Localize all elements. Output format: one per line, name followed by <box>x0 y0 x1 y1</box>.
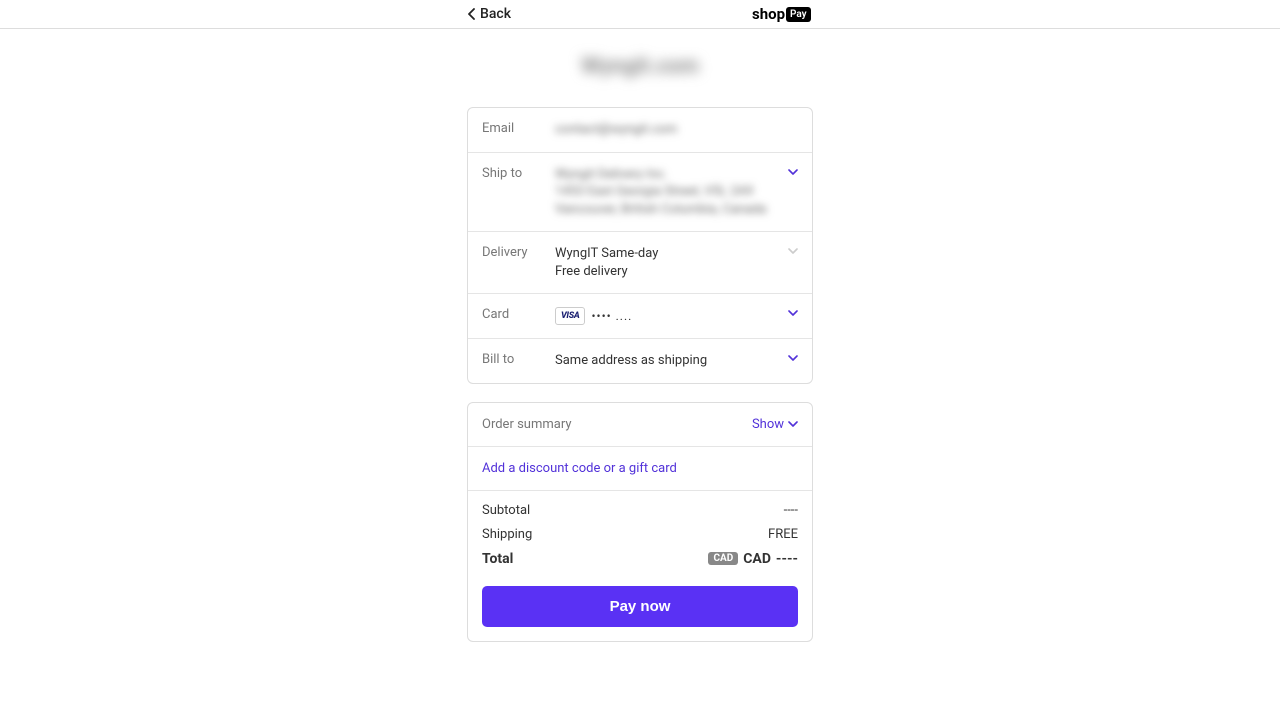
shipto-expand[interactable] <box>788 169 798 179</box>
checkout-info-card: Email contact@wyngit.com Ship to Wyngit … <box>467 107 813 384</box>
subtotal-label: Subtotal <box>482 503 530 518</box>
shipto-line2: 1453 East Georgia Street, V5L 2A9 <box>555 183 798 201</box>
show-label: Show <box>752 417 784 432</box>
total-line: Total CAD CAD ---- <box>482 551 798 567</box>
billto-row: Bill to Same address as shipping <box>468 339 812 383</box>
email-value: contact@wyngit.com <box>555 121 798 139</box>
card-row: Card VISA •••• .... <box>468 294 812 339</box>
order-summary-toggle[interactable]: Show <box>752 417 798 432</box>
delivery-value: WyngIT Same-day Free delivery <box>555 245 798 280</box>
totals-block: Subtotal ---- Shipping FREE Total CAD CA… <box>468 491 812 641</box>
shipto-row: Ship to Wyngit Delivery Inc. 1453 East G… <box>468 153 812 233</box>
card-expand[interactable] <box>788 310 798 320</box>
visa-icon: VISA <box>555 307 585 325</box>
chevron-down-icon <box>788 421 798 428</box>
shipto-line3: Vancouver, British Columbia, Canada <box>555 201 798 219</box>
shop-pay-badge: Pay <box>786 7 811 22</box>
chevron-down-icon <box>788 169 798 176</box>
card-label: Card <box>482 307 555 322</box>
store-name: Wyngit.com <box>467 54 813 79</box>
back-label: Back <box>480 6 511 22</box>
chevron-down-icon <box>788 355 798 362</box>
currency-badge: CAD <box>708 552 738 565</box>
total-currency: CAD <box>743 551 771 567</box>
total-value: ---- <box>776 551 798 567</box>
delivery-row: Delivery WyngIT Same-day Free delivery <box>468 232 812 294</box>
shipping-value: FREE <box>768 527 798 542</box>
total-label: Total <box>482 551 513 567</box>
delivery-line2: Free delivery <box>555 263 798 281</box>
header-bar: Back shopPay <box>0 0 1280 29</box>
chevron-down-icon <box>788 310 798 317</box>
billto-value: Same address as shipping <box>555 352 798 370</box>
chevron-left-icon <box>468 8 476 20</box>
shipping-line: Shipping FREE <box>482 527 798 542</box>
subtotal-value: ---- <box>784 503 798 518</box>
email-row: Email contact@wyngit.com <box>468 108 812 153</box>
subtotal-line: Subtotal ---- <box>482 503 798 518</box>
email-label: Email <box>482 121 555 136</box>
discount-link[interactable]: Add a discount code or a gift card <box>468 447 812 491</box>
shipping-label: Shipping <box>482 527 532 542</box>
card-value: VISA •••• .... <box>555 307 798 325</box>
card-masked: •••• .... <box>591 309 632 323</box>
shipto-value: Wyngit Delivery Inc. 1453 East Georgia S… <box>555 166 798 219</box>
delivery-expand <box>788 248 798 258</box>
order-summary-card: Order summary Show Add a discount code o… <box>467 402 813 642</box>
order-summary-label: Order summary <box>482 417 572 432</box>
shop-pay-text: shop <box>752 5 785 23</box>
delivery-line1: WyngIT Same-day <box>555 245 798 263</box>
shop-pay-logo: shopPay <box>752 5 811 23</box>
delivery-label: Delivery <box>482 245 555 260</box>
back-button[interactable]: Back <box>468 6 511 22</box>
shipto-label: Ship to <box>482 166 555 181</box>
shipto-line1: Wyngit Delivery Inc. <box>555 166 798 184</box>
chevron-down-icon <box>788 248 798 255</box>
order-summary-header: Order summary Show <box>468 403 812 447</box>
billto-label: Bill to <box>482 352 555 367</box>
billto-expand[interactable] <box>788 355 798 365</box>
pay-now-button[interactable]: Pay now <box>482 586 798 627</box>
